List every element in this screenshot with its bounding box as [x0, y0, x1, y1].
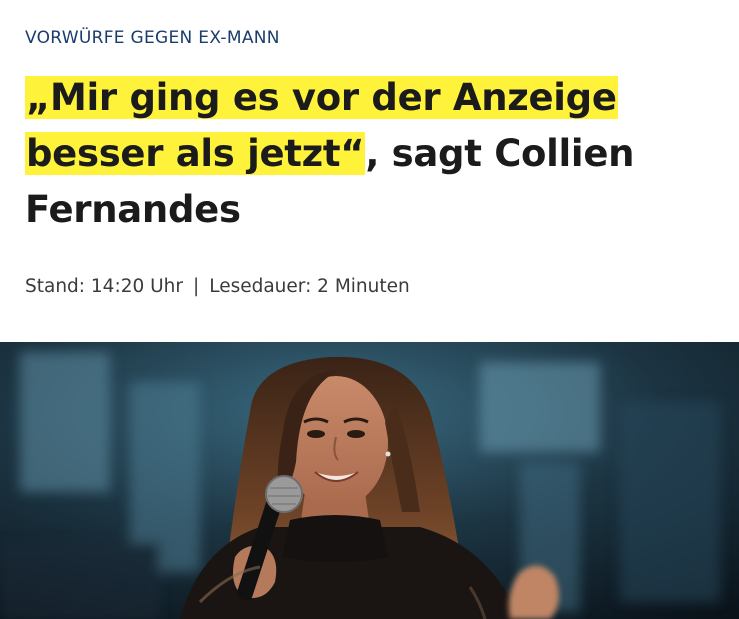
article: VORWÜRFE GEGEN EX-MANN „Mir ging es vor …	[0, 0, 739, 619]
hero-image[interactable]	[0, 342, 739, 619]
article-meta: Stand: 14:20 Uhr | Lesedauer: 2 Minuten	[25, 276, 410, 297]
publish-time: Stand: 14:20 Uhr	[25, 276, 183, 297]
read-time: Lesedauer: 2 Minuten	[209, 276, 410, 297]
article-kicker[interactable]: VORWÜRFE GEGEN EX-MANN	[25, 28, 280, 48]
article-headline[interactable]: „Mir ging es vor der Anzeige besser als …	[25, 70, 725, 238]
photo-woman-with-microphone-icon	[0, 342, 739, 619]
meta-separator: |	[192, 276, 200, 297]
